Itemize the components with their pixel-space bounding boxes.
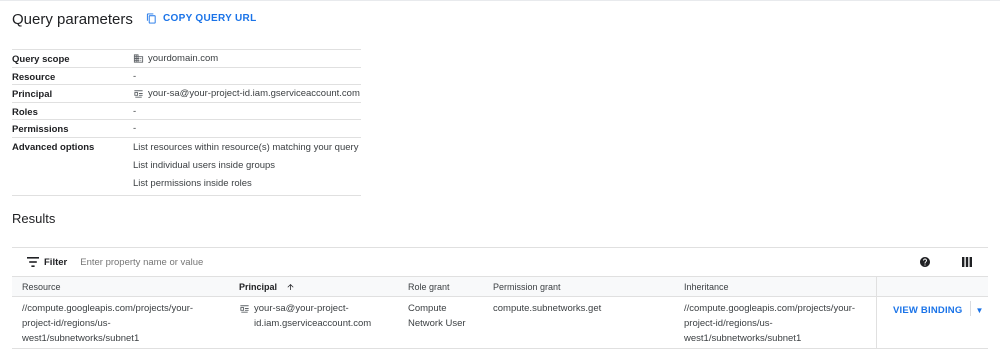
dropdown-arrow-icon[interactable]: ▼ xyxy=(975,303,983,318)
param-value: your-sa@your-project-id.iam.gserviceacco… xyxy=(133,85,361,102)
filter-bar: Filter xyxy=(12,247,988,276)
copy-query-url-button[interactable]: COPY QUERY URL xyxy=(146,13,256,24)
query-parameters-title: Query parameters xyxy=(12,11,133,28)
copy-icon xyxy=(146,13,156,24)
param-row-query-scope: Query scope yourdomain.com xyxy=(12,49,361,67)
permissions-value: - xyxy=(133,123,137,134)
cell-inheritance: //compute.googleapis.com/projects/your- … xyxy=(684,303,856,344)
results-title: Results xyxy=(12,211,56,226)
query-parameters-table: Query scope yourdomain.com Resource - Pr… xyxy=(12,49,361,196)
column-header-actions xyxy=(876,277,988,296)
param-key: Resource xyxy=(12,71,56,83)
param-key: Query scope xyxy=(12,54,70,65)
column-header-resource[interactable]: Resource xyxy=(12,277,239,296)
table-row: //compute.googleapis.com/projects/your- … xyxy=(12,297,988,349)
principal-value: your-sa@your-project-id.iam.gserviceacco… xyxy=(148,88,360,99)
filter-icon[interactable] xyxy=(27,257,39,267)
column-header-role-grant[interactable]: Role grant xyxy=(408,277,493,296)
column-header-principal[interactable]: Principal xyxy=(239,277,408,296)
help-icon[interactable] xyxy=(919,256,931,268)
advanced-option: List resources within resource(s) matchi… xyxy=(133,141,359,153)
param-row-principal: Principal your-sa@your-project-id.iam.gs… xyxy=(12,84,361,102)
param-key: Roles xyxy=(12,106,38,118)
column-header-inheritance[interactable]: Inheritance xyxy=(684,277,876,296)
filter-input[interactable] xyxy=(80,256,381,268)
service-account-icon xyxy=(134,90,143,98)
arrow-upward-icon xyxy=(287,284,294,290)
results-table: Resource Principal Role grant Permission… xyxy=(12,276,988,349)
param-key: Advanced options xyxy=(12,141,95,153)
cell-actions: VIEW BINDING ▼ xyxy=(876,297,988,348)
param-key: Principal xyxy=(12,89,53,100)
advanced-option: List permissions inside roles xyxy=(133,177,252,189)
param-row-permissions: Permissions - xyxy=(12,119,361,137)
param-row-advanced-options: Advanced options List resources within r… xyxy=(12,136,361,196)
button-divider xyxy=(970,301,972,316)
domain-building-icon xyxy=(133,54,144,63)
copy-query-url-label: COPY QUERY URL xyxy=(163,13,257,24)
cell-principal-text: your-sa@your-project- id.iam.gserviceacc… xyxy=(254,303,372,329)
advanced-option: List individual users inside groups xyxy=(133,159,276,171)
filter-label: Filter xyxy=(44,256,68,268)
service-account-icon xyxy=(240,305,249,313)
param-row-roles: Roles - xyxy=(12,101,361,120)
cell-role-grant: Compute Network User xyxy=(408,303,466,329)
resource-value: - xyxy=(133,70,137,82)
column-display-icon[interactable] xyxy=(961,256,973,268)
cell-resource: //compute.googleapis.com/projects/your- … xyxy=(22,303,194,344)
param-value: yourdomain.com xyxy=(133,50,361,67)
cell-principal: your-sa@your-project- id.iam.gserviceacc… xyxy=(239,297,408,348)
param-row-resource: Resource - xyxy=(12,66,361,85)
cell-permission-grant: compute.subnetworks.get xyxy=(493,303,602,314)
column-header-principal-label: Principal xyxy=(239,282,278,292)
roles-value: - xyxy=(133,105,137,117)
top-divider xyxy=(0,0,1000,1)
view-binding-button[interactable]: VIEW BINDING xyxy=(893,303,962,318)
param-key: Permissions xyxy=(12,124,69,135)
table-header: Resource Principal Role grant Permission… xyxy=(12,276,988,297)
column-header-permission-grant[interactable]: Permission grant xyxy=(493,277,684,296)
advanced-options-values: List resources within resource(s) matchi… xyxy=(133,138,361,195)
query-scope-value: yourdomain.com xyxy=(148,53,219,64)
